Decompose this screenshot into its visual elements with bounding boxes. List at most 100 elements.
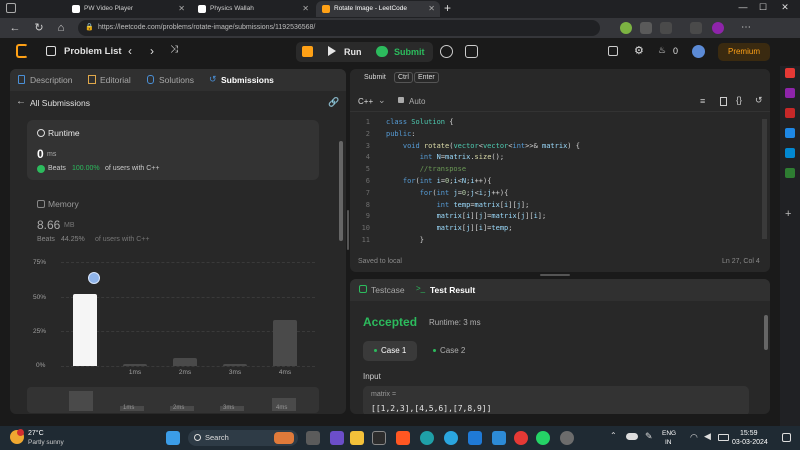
case-2-button[interactable]: Case 2 <box>424 341 478 361</box>
edge-icon[interactable] <box>420 431 434 445</box>
url-field[interactable]: 🔒 https://leetcode.com/problems/rotate-i… <box>78 20 600 36</box>
run-button[interactable]: Run <box>344 47 362 57</box>
new-tab-icon[interactable]: + <box>444 1 451 15</box>
clock-date[interactable]: 03-03-2024 <box>732 439 768 446</box>
windows-start-icon[interactable] <box>166 431 180 445</box>
next-problem-icon[interactable]: › <box>150 44 154 58</box>
file-explorer-icon[interactable] <box>306 431 320 445</box>
runtime-card[interactable]: Runtime 0 ms Beats 100.00% of users with… <box>27 120 319 180</box>
cortana-icon[interactable] <box>444 431 458 445</box>
browser-tab-1[interactable]: Physics Wallah ✕ <box>192 1 314 17</box>
premium-gauge-icon[interactable] <box>608 46 618 56</box>
chart-bar[interactable] <box>123 363 147 366</box>
share-link-icon[interactable]: 🔗 <box>328 97 339 108</box>
site-info-icon[interactable]: 🔒 <box>85 20 94 36</box>
streak-fire-icon[interactable]: ♨ <box>658 45 666 56</box>
weather-temp[interactable]: 27°C <box>28 430 44 437</box>
extension-icon-3[interactable] <box>660 22 672 34</box>
chart-bar[interactable] <box>273 320 297 366</box>
lang-bottom[interactable]: IN <box>665 439 672 446</box>
tab-list-icon[interactable] <box>6 3 16 13</box>
tab-description[interactable]: Description <box>30 75 73 85</box>
problem-list-icon[interactable] <box>46 46 56 56</box>
tab-test-result[interactable]: Test Result <box>430 285 475 295</box>
tray-chevron-icon[interactable]: ⌃ <box>610 431 617 440</box>
extension-icon-1[interactable] <box>620 22 632 34</box>
tab-editorial[interactable]: Editorial <box>100 75 131 85</box>
sidebar-app-icon[interactable] <box>785 168 795 178</box>
leetcode-logo-icon[interactable] <box>16 44 28 58</box>
weather-desc[interactable]: Partly sunny <box>28 439 64 446</box>
browser-tab-0[interactable]: PW Video Player ✕ <box>66 1 190 17</box>
profile-icon[interactable] <box>712 22 724 34</box>
volume-icon[interactable]: ◀ <box>704 431 711 442</box>
vscode-icon[interactable] <box>468 431 482 445</box>
sidebar-app-icon[interactable] <box>785 68 795 78</box>
memory-card[interactable]: Memory 8.66 MB Beats 44.25% of users wit… <box>27 192 319 248</box>
shuffle-icon[interactable]: ⤨ <box>170 44 178 55</box>
sidebar-app-icon[interactable] <box>785 88 795 98</box>
add-icon[interactable]: + <box>785 208 791 220</box>
settings-icon[interactable]: ⚙ <box>634 44 644 57</box>
tab-submissions[interactable]: Submissions <box>221 75 274 85</box>
battery-icon[interactable] <box>718 434 729 441</box>
sidebar-app-icon[interactable] <box>785 148 795 158</box>
home-icon[interactable]: ⌂ <box>54 21 68 35</box>
back-arrow-icon[interactable]: ← <box>16 96 26 107</box>
reload-icon[interactable]: ↻ <box>32 21 46 35</box>
case-1-button[interactable]: Case 1 <box>363 341 417 361</box>
downloads-icon[interactable] <box>690 22 702 34</box>
back-arrow-icon[interactable]: ← <box>8 21 22 35</box>
tab-testcase[interactable]: Testcase <box>371 285 405 295</box>
taskbar-search[interactable]: Search <box>188 430 298 446</box>
all-submissions-link[interactable]: All Submissions <box>30 98 90 108</box>
pen-icon[interactable]: ✎ <box>645 431 653 442</box>
format-icon[interactable]: ≡ <box>700 96 705 106</box>
close-tab-icon[interactable]: ✕ <box>428 1 435 17</box>
folder-icon[interactable] <box>350 431 364 445</box>
result-scrollbar[interactable] <box>764 315 768 350</box>
debug-icon[interactable] <box>302 46 313 57</box>
sidebar-app-icon[interactable] <box>785 108 795 118</box>
notification-icon[interactable] <box>782 433 791 442</box>
notes-icon[interactable] <box>465 45 478 58</box>
editor-scrollbar[interactable] <box>762 119 767 239</box>
chart-range-slider[interactable]: 1ms 2ms 3ms 4ms <box>27 387 319 413</box>
left-panel-scrollbar[interactable] <box>339 141 343 241</box>
reset-icon[interactable]: ↺ <box>755 95 763 106</box>
braces-icon[interactable]: {} <box>736 95 742 105</box>
language-select[interactable]: C++ <box>358 97 373 106</box>
premium-button[interactable]: Premium <box>718 43 770 61</box>
chart-bar[interactable] <box>223 363 247 366</box>
submit-button[interactable]: Submit <box>394 47 425 57</box>
close-tab-icon[interactable]: ✕ <box>302 1 309 17</box>
wifi-icon[interactable]: ◠ <box>690 432 698 443</box>
brave-icon[interactable] <box>396 431 410 445</box>
auto-mode-label[interactable]: Auto <box>409 97 425 106</box>
settings-icon[interactable] <box>560 431 574 445</box>
lang-top[interactable]: ENG <box>662 430 676 437</box>
close-tab-icon[interactable]: ✕ <box>178 1 185 17</box>
problem-list-link[interactable]: Problem List <box>64 46 122 57</box>
onedrive-icon[interactable] <box>626 433 638 440</box>
minimize-icon[interactable]: — <box>736 2 750 12</box>
extension-icon-2[interactable] <box>640 22 652 34</box>
app-icon[interactable] <box>372 431 386 445</box>
code-area[interactable]: 1 class Solution {2 public: 3 void rotate(v… <box>350 116 760 248</box>
chart-bar[interactable] <box>173 357 197 366</box>
chart-bar[interactable] <box>73 293 97 366</box>
timer-icon[interactable] <box>440 45 453 58</box>
browser-menu-icon[interactable]: ⋯ <box>740 22 752 34</box>
bookmark-icon[interactable] <box>720 97 727 106</box>
panel-split-handle[interactable] <box>540 274 570 276</box>
chevron-down-icon[interactable]: ⌄ <box>378 95 386 106</box>
maximize-icon[interactable]: ☐ <box>756 2 770 13</box>
widgets-icon[interactable] <box>330 431 344 445</box>
user-avatar[interactable] <box>692 45 705 58</box>
browser-tab-2[interactable]: Rotate Image - LeetCode ✕ <box>316 1 440 17</box>
sidebar-app-icon[interactable] <box>785 128 795 138</box>
app-icon[interactable] <box>492 431 506 445</box>
close-window-icon[interactable]: ✕ <box>778 2 792 13</box>
chrome-icon[interactable] <box>514 431 528 445</box>
whatsapp-icon[interactable] <box>536 431 550 445</box>
